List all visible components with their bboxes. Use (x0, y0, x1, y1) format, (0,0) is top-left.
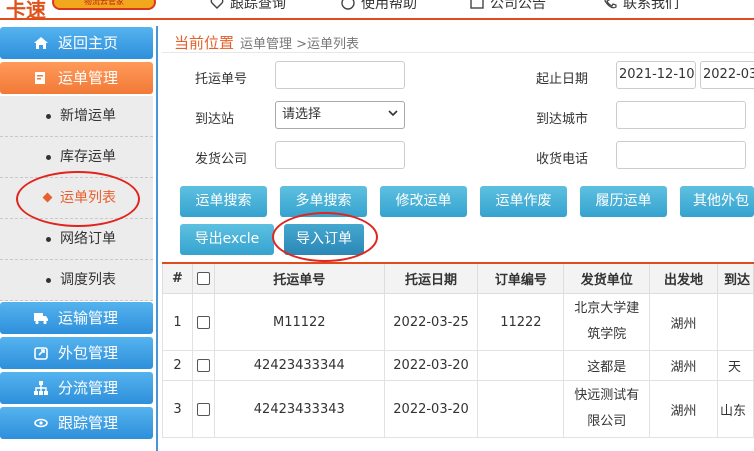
divider (162, 52, 754, 53)
col-index: # (162, 262, 193, 294)
receiver-phone-label: 收货电话 (536, 152, 589, 167)
col-origin: 出发地 (649, 262, 718, 294)
select-all-checkbox[interactable] (196, 271, 210, 285)
eye-icon (34, 418, 48, 428)
sidebar-waybill-management[interactable]: 运单管理 (0, 62, 153, 94)
table-top-border (162, 262, 754, 264)
col-select-all[interactable] (191, 262, 215, 294)
table-header-row: # 托运单号 托运日期 订单编号 发货单位 出发地 到达 (162, 262, 754, 294)
sidebar-branch-management[interactable]: 分流管理 (0, 372, 153, 404)
table-row[interactable]: 3 42423433343 2022-03-20 快远测试有限公司 湖州 山东 (162, 380, 754, 438)
dest-city-label: 到达城市 (536, 112, 589, 127)
nav-tracking[interactable]: 跟踪查询 (210, 0, 286, 13)
nav-announcement[interactable]: 公司公告 (470, 0, 546, 13)
date-range-label: 起止日期 (536, 72, 589, 87)
help-icon (341, 0, 355, 10)
waybill-search-button[interactable]: 运单搜索 (180, 186, 267, 217)
table-row[interactable]: 1 M11122 2022-03-25 11222 北京大学建筑学院 湖州 (162, 293, 754, 351)
sidebar-transport-management[interactable]: 运输管理 (0, 302, 153, 334)
sidebar: 返回主页 运单管理 新增运单 库存运单 运单列表 网络订单 调度列表 运输管理 … (0, 26, 158, 451)
row-checkbox[interactable] (196, 315, 210, 329)
heart-icon (210, 0, 224, 9)
bullet-icon (46, 155, 51, 160)
dest-station-select[interactable]: 请选择 (275, 101, 405, 129)
chevron-down-icon (388, 110, 398, 117)
sidebar-item-new-waybill[interactable]: 新增运单 (0, 96, 153, 137)
annotation-circle-waybill-list (16, 171, 140, 227)
truck-icon (34, 313, 48, 325)
table-row[interactable]: 2 42423433344 2022-03-20 这都是 湖州 天 (162, 350, 754, 381)
nav-help[interactable]: 使用帮助 (341, 0, 417, 13)
edit-waybill-button[interactable]: 修改运单 (380, 186, 467, 217)
col-order-no: 订单编号 (477, 262, 565, 294)
document-edit-icon (35, 72, 45, 84)
end-date-input[interactable]: 2022-03 (700, 61, 754, 89)
sidebar-outsource-management[interactable]: 外包管理 (0, 337, 153, 369)
export-excel-button[interactable]: 导出excle (180, 224, 274, 255)
sidebar-item-dispatch-list[interactable]: 调度列表 (0, 260, 153, 301)
shipper-label: 发货公司 (195, 152, 248, 167)
col-shipper: 发货单位 (563, 262, 651, 294)
bullet-icon (46, 114, 51, 119)
other-outsource-button[interactable]: 其他外包 (680, 186, 754, 217)
waybill-no-label: 托运单号 (195, 72, 248, 87)
shipper-input[interactable] (275, 141, 405, 169)
sitemap-icon (34, 381, 48, 395)
phone-icon (604, 0, 617, 9)
announcement-icon (470, 0, 484, 9)
sidebar-scrollbar[interactable] (156, 26, 158, 451)
top-bar: 卡速 物流云管家 跟踪查询 使用帮助 公司公告 联系我们 (0, 0, 754, 22)
breadcrumb: 当前位置 运单管理 >运单列表 (174, 32, 359, 53)
row-checkbox[interactable] (196, 402, 210, 416)
breadcrumb-label: 当前位置 (174, 34, 235, 52)
bullet-icon (46, 278, 51, 283)
col-waybill-no: 托运单号 (213, 262, 385, 294)
receiver-phone-input[interactable] (616, 141, 746, 169)
sidebar-tracking-management[interactable]: 跟踪管理 (0, 407, 153, 439)
row-checkbox[interactable] (196, 359, 210, 372)
share-icon (34, 347, 48, 360)
waybill-no-input[interactable] (275, 61, 405, 89)
nav-contact[interactable]: 联系我们 (603, 0, 679, 13)
breadcrumb-path: 运单管理 >运单列表 (240, 37, 360, 52)
dest-station-label: 到达站 (195, 112, 235, 127)
waybill-table: # 托运单号 托运日期 订单编号 发货单位 出发地 到达 1 M11122 20… (162, 262, 754, 438)
col-destination: 到达 (716, 262, 754, 294)
history-waybill-button[interactable]: 履历运单 (580, 186, 667, 217)
logo: 卡速 物流云管家 (0, 0, 158, 22)
annotation-circle-import-button (272, 212, 378, 262)
logo-mark: 卡速 (6, 0, 46, 22)
sidebar-home[interactable]: 返回主页 (0, 27, 153, 59)
home-icon (34, 37, 48, 49)
bullet-icon (46, 237, 51, 242)
col-ship-date: 托运日期 (383, 262, 479, 294)
start-date-input[interactable]: 2021-12-10 (616, 61, 696, 89)
logo-badge: 物流云管家 (52, 0, 156, 10)
dest-city-input[interactable] (616, 101, 746, 129)
void-waybill-button[interactable]: 运单作废 (480, 186, 567, 217)
